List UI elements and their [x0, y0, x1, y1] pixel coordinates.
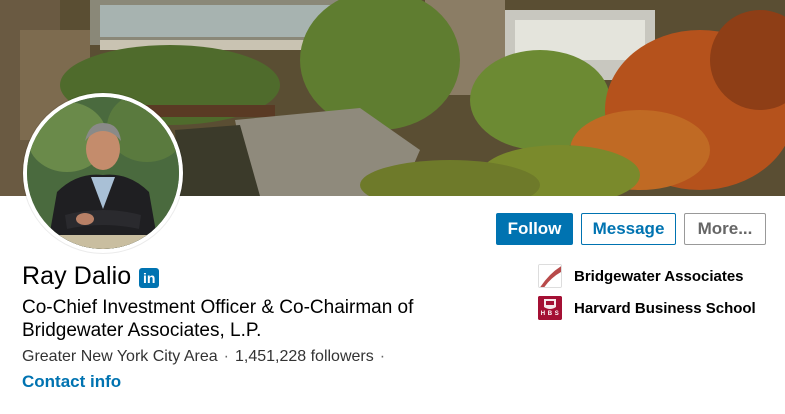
- profile-actions: Follow Message More...: [496, 213, 766, 245]
- profile-card: Follow Message More... Ray Dalio in Co-C…: [0, 0, 785, 414]
- profile-name: Ray Dalio: [22, 262, 132, 290]
- org-bridgewater[interactable]: Bridgewater Associates: [538, 264, 744, 288]
- org-name: Bridgewater Associates: [574, 267, 744, 285]
- person-photo-illustration: [27, 97, 179, 249]
- separator-dot: ·: [223, 348, 229, 365]
- profile-headline: Co-Chief Investment Officer & Co-Chairma…: [22, 297, 414, 341]
- hbs-logo-text: H B S: [540, 311, 560, 317]
- profile-photo[interactable]: [23, 93, 183, 253]
- org-harvard-business-school[interactable]: H B S Harvard Business School: [538, 296, 756, 320]
- message-button[interactable]: Message: [581, 213, 676, 245]
- org-name: Harvard Business School: [574, 299, 756, 317]
- hbs-shield-logo-icon: H B S: [538, 296, 562, 320]
- follow-button[interactable]: Follow: [496, 213, 573, 245]
- separator-dot: ·: [379, 348, 386, 365]
- linkedin-icon: in: [139, 267, 160, 288]
- name-row: Ray Dalio in: [22, 262, 160, 291]
- bridgewater-logo-icon: [538, 264, 562, 288]
- more-button[interactable]: More...: [684, 213, 766, 245]
- profile-photo-image: [27, 97, 179, 249]
- contact-info-link[interactable]: Contact info: [22, 372, 121, 392]
- profile-location: Greater New York City Area: [22, 348, 218, 365]
- profile-meta: Greater New York City Area · 1,451,228 f…: [22, 348, 385, 366]
- follower-count: 1,451,228 followers: [234, 348, 374, 365]
